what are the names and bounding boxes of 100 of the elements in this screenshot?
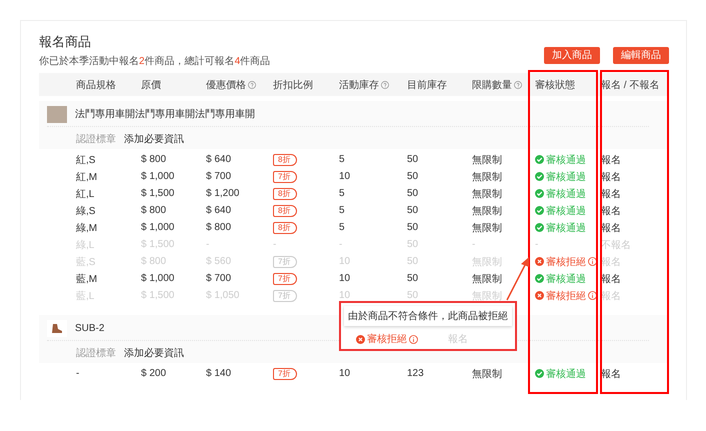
register-option[interactable]: 報名	[601, 204, 669, 218]
cross-circle-icon	[535, 257, 544, 266]
action-button[interactable]: 加入商品	[544, 47, 600, 64]
current-stock-cell-text: 50	[407, 154, 420, 165]
promo-price-cell-text: $ 140	[206, 368, 232, 379]
purchase-limit-cell-text: -	[472, 239, 476, 250]
status-text: 審核通過	[546, 272, 586, 286]
column-header: 折扣比例	[273, 78, 313, 92]
variant-cell-text: 綠,S	[76, 204, 96, 218]
register-option[interactable]: 報名	[601, 220, 669, 234]
price-cell-text: $ 200	[141, 368, 168, 379]
campaign-stock-cell-text: 10	[339, 368, 352, 379]
register-option[interactable]: 報名	[601, 152, 669, 166]
promo-price-cell-text: $ 800	[206, 222, 232, 233]
purchase-limit-cell-text: 無限制	[472, 170, 503, 184]
check-circle-icon	[535, 274, 544, 283]
campaign-stock-cell-text: 5	[339, 222, 346, 233]
price-cell-text: $ 1,000	[141, 273, 176, 284]
discount-tag: 7折	[273, 368, 298, 380]
column-header: 報名 / 不報名	[601, 78, 660, 92]
summary-text: 你已於本季活動中報名2件商品，總計可報名4件商品	[39, 54, 270, 68]
cross-circle-icon	[535, 291, 544, 300]
variant-cell-text: 紅,L	[76, 188, 96, 200]
column-header: 限購數量	[472, 78, 512, 92]
promo-price-cell-text: $ 700	[206, 171, 232, 182]
column-header: 審核狀態	[535, 78, 575, 92]
price-cell-text: $ 1,000	[141, 222, 176, 233]
status-text: 審核通過	[546, 222, 586, 234]
price-cell-text: $ 1,500	[141, 188, 176, 199]
promo-price-cell-text: $ 640	[206, 154, 232, 165]
status-text: 審核通過	[546, 170, 586, 184]
promo-price-cell-text: $ 1,200	[206, 188, 240, 199]
campaign-stock-cell-text: 5	[339, 188, 346, 199]
variant-cell-text: 藍,M	[76, 272, 98, 286]
product-name: 法鬥專用車開法鬥專用車開法鬥專用車開	[75, 108, 255, 121]
variant-cell-text: 紅,M	[76, 170, 98, 184]
add-info-link[interactable]: 添加必要資訊	[124, 346, 184, 360]
column-header: 原價	[141, 78, 161, 92]
price-cell-text: $ 800	[141, 154, 168, 165]
column-header: 活動庫存	[339, 78, 379, 92]
purchase-limit-cell-text: 無限制	[472, 222, 503, 234]
discount-tag: 7折	[273, 256, 298, 268]
photo-placeholder	[47, 106, 67, 122]
action-button[interactable]: 編輯商品	[613, 47, 669, 64]
register-option[interactable]: 報名	[601, 170, 669, 184]
purchase-limit-cell-text: 無限制	[472, 368, 503, 380]
status-text: 審核拒絕	[546, 256, 586, 268]
certification-label: 認證標章	[76, 346, 116, 360]
check-circle-icon	[535, 206, 544, 215]
discount-tag: 7折	[273, 272, 298, 284]
register-option[interactable]: 報名	[601, 366, 669, 380]
product-name: SUB-2	[75, 322, 104, 334]
purchase-limit-cell-text: 無限制	[472, 272, 503, 286]
campaign-stock-cell-text: -	[339, 239, 344, 250]
promo-price-cell-text: $ 700	[206, 273, 232, 284]
page-title: 報名商品	[39, 33, 92, 51]
promo-price-cell-text: -	[206, 239, 210, 250]
arrow	[506, 257, 529, 300]
status-text: 審核拒絕	[367, 332, 407, 346]
campaign-stock-cell-text: 5	[339, 205, 346, 216]
purchase-limit-cell-text: 無限制	[472, 154, 503, 166]
discount-tag: 7折	[273, 290, 298, 302]
check-circle-icon	[535, 155, 544, 164]
status-text: 審核拒絕	[546, 290, 586, 302]
variant-cell-text: 紅,S	[76, 154, 96, 166]
register-option[interactable]: 報名	[601, 186, 669, 200]
add-info-link[interactable]: 添加必要資訊	[124, 132, 184, 146]
status-text: 審核通過	[546, 154, 586, 166]
status-text: 審核通過	[546, 204, 586, 218]
promo-price-cell-text: $ 640	[206, 205, 232, 216]
variant-cell-text: 綠,M	[76, 222, 98, 234]
discount-cell-text: -	[273, 239, 278, 250]
column-header: 商品規格	[76, 78, 116, 92]
discount-tag: 8折	[273, 188, 298, 200]
discount-tag: 8折	[273, 154, 298, 166]
check-circle-icon	[535, 223, 544, 232]
check-circle-icon	[535, 189, 544, 198]
current-stock-cell-text: 123	[407, 368, 425, 379]
register-option[interactable]: 報名	[601, 272, 669, 286]
column-header: 優惠價格	[206, 78, 246, 92]
cross-circle-icon	[356, 334, 365, 344]
discount-tag: 8折	[273, 222, 298, 234]
check-circle-icon	[535, 369, 544, 378]
price-cell-text: $ 1,000	[141, 171, 176, 182]
certification-label: 認證標章	[76, 132, 116, 146]
current-stock-cell-text: 50	[407, 205, 420, 216]
current-stock-cell-text: 50	[407, 171, 420, 182]
check-circle-icon	[535, 172, 544, 181]
discount-tag: 7折	[273, 170, 298, 182]
current-stock-cell-text: 50	[407, 273, 420, 284]
price-cell-text: $ 800	[141, 205, 168, 216]
discount-tag: 8折	[273, 204, 298, 216]
campaign-stock-cell-text: 10	[339, 273, 352, 284]
current-stock-cell-text: 50	[407, 222, 420, 233]
tooltip-text: 由於商品不符合條件，此商品被拒絕	[344, 306, 512, 326]
variant-cell-text: -	[76, 368, 80, 379]
campaign-stock-cell-text: 5	[339, 154, 346, 165]
status-text: -	[535, 239, 538, 250]
campaign-stock-cell-text: 10	[339, 171, 352, 182]
status-text: 審核通過	[546, 188, 586, 200]
